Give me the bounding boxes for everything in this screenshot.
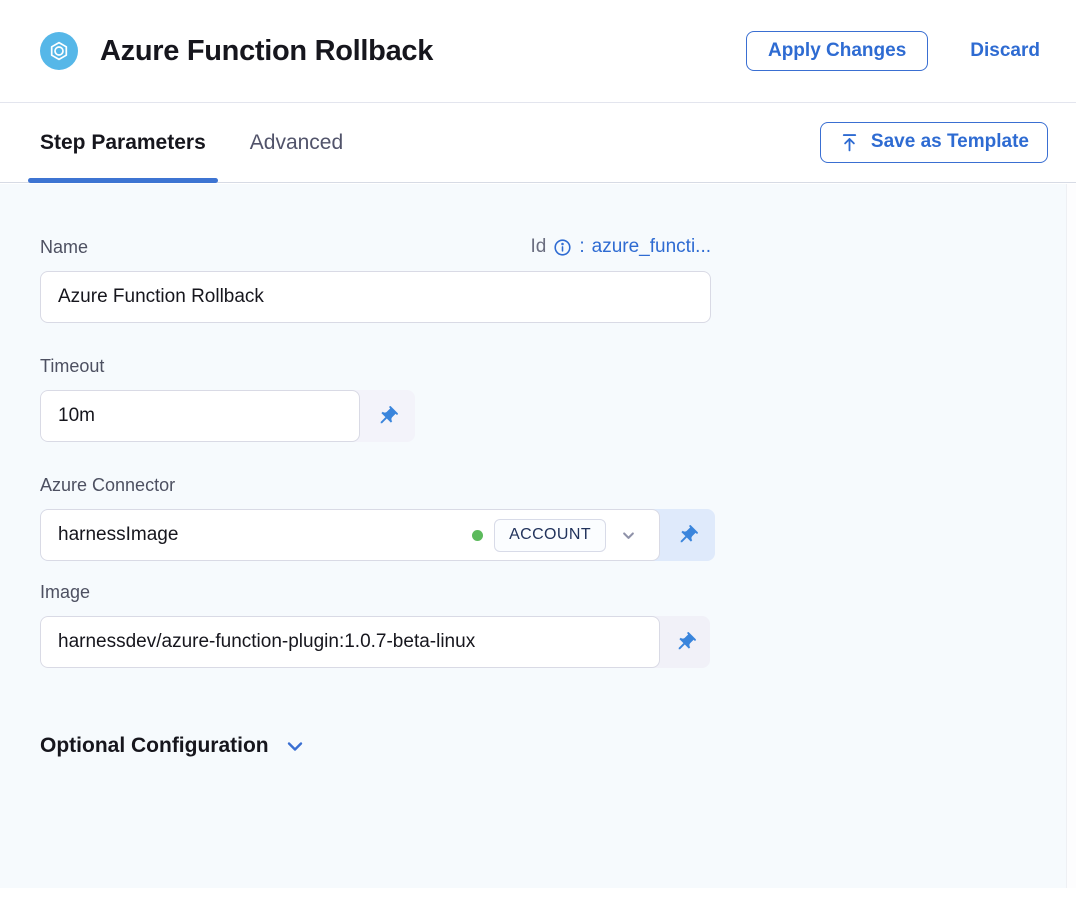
active-tab-underline	[28, 178, 218, 183]
connector-status-dot	[472, 530, 483, 541]
panel-bottom-edge	[0, 888, 1076, 900]
azure-connector-field-group: harnessImage ACCOUNT	[40, 509, 715, 561]
tabs-bar: Step Parameters Advanced Save as Templat…	[0, 103, 1076, 183]
image-pin-button[interactable]	[660, 616, 710, 668]
tab-advanced[interactable]: Advanced	[238, 103, 355, 182]
discard-button[interactable]: Discard	[970, 40, 1040, 62]
info-icon[interactable]	[553, 238, 572, 257]
pushpin-icon	[376, 405, 399, 428]
timeout-pin-button[interactable]	[360, 390, 415, 442]
id-label: Id	[531, 236, 547, 258]
connector-value: harnessImage	[58, 524, 472, 546]
pushpin-icon	[674, 631, 697, 654]
optional-configuration-label: Optional Configuration	[40, 734, 269, 758]
image-field-group	[40, 616, 710, 668]
connector-scope-badge: ACCOUNT	[494, 519, 606, 552]
pushpin-icon	[676, 524, 699, 547]
header: Azure Function Rollback Apply Changes Di…	[0, 0, 1076, 103]
azure-connector-label: Azure Connector	[40, 475, 1076, 496]
timeout-label: Timeout	[40, 356, 1076, 377]
apply-changes-button[interactable]: Apply Changes	[746, 31, 928, 72]
name-input[interactable]	[40, 271, 711, 323]
step-id-row: Id : azure_functi...	[531, 236, 711, 258]
hexagon-nut-icon	[47, 39, 71, 63]
optional-configuration-toggle[interactable]: Optional Configuration	[40, 734, 1076, 758]
timeout-field-group	[40, 390, 415, 442]
plugin-step-icon	[40, 32, 78, 70]
azure-connector-select[interactable]: harnessImage ACCOUNT	[40, 509, 660, 561]
header-actions: Apply Changes Discard	[746, 31, 1040, 72]
save-as-template-label: Save as Template	[871, 131, 1029, 154]
tab-label: Advanced	[250, 131, 343, 155]
tab-step-parameters[interactable]: Step Parameters	[28, 103, 218, 182]
image-input[interactable]	[40, 616, 660, 668]
id-separator: :	[579, 236, 584, 258]
scrollbar-track[interactable]	[1066, 184, 1076, 900]
name-label: Name	[40, 237, 88, 258]
step-parameters-form: Name Id : azure_functi... Timeout	[0, 184, 1076, 900]
connector-pin-button[interactable]	[660, 509, 715, 561]
step-config-panel: Azure Function Rollback Apply Changes Di…	[0, 0, 1076, 900]
chevron-down-icon	[283, 734, 307, 758]
image-label: Image	[40, 582, 1076, 603]
page-title: Azure Function Rollback	[100, 35, 433, 68]
tab-label: Step Parameters	[40, 131, 206, 155]
chevron-down-icon[interactable]	[619, 526, 638, 545]
upload-icon	[839, 132, 860, 153]
timeout-input[interactable]	[40, 390, 360, 442]
name-id-row: Name Id : azure_functi...	[40, 236, 711, 258]
save-as-template-button[interactable]: Save as Template	[820, 122, 1048, 163]
id-value-link[interactable]: azure_functi...	[592, 236, 711, 258]
